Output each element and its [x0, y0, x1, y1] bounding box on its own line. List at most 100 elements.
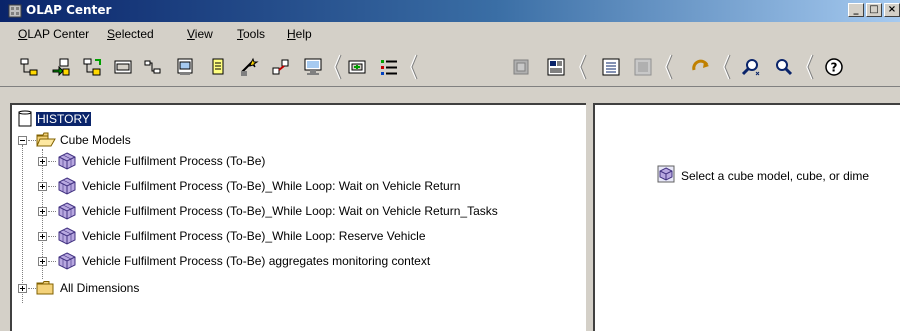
- tree-label-history: HISTORY: [36, 112, 91, 126]
- layout-button[interactable]: [545, 56, 567, 78]
- expand-icon[interactable]: [38, 157, 47, 166]
- menu-selected-rest: elected: [115, 27, 154, 41]
- find-next-icon: [776, 59, 793, 76]
- close-button[interactable]: ×: [884, 3, 900, 17]
- menu-help-mnemonic: H: [287, 27, 296, 41]
- find-next-button[interactable]: [772, 56, 794, 78]
- import-icon: [52, 58, 70, 77]
- tree-label-cube-model: Vehicle Fulfilment Process (To-Be)_While…: [82, 229, 426, 243]
- import-button[interactable]: [50, 56, 72, 78]
- tree-node-cube-model[interactable]: Vehicle Fulfilment Process (To-Be): [36, 151, 581, 171]
- details-hint-text: Select a cube model, cube, or dime: [681, 169, 870, 183]
- tree-guide-line: [48, 186, 56, 187]
- help-icon: ?: [825, 58, 843, 76]
- wizard-button[interactable]: [238, 56, 260, 78]
- svg-text:?: ?: [831, 61, 838, 75]
- tree-node-cube-model[interactable]: Vehicle Fulfilment Process (To-Be)_While…: [36, 201, 581, 221]
- toolbar-separator: [579, 54, 587, 80]
- properties-icon: [177, 58, 193, 75]
- cube-model-icon: [58, 152, 76, 170]
- notes-icon: [212, 58, 224, 75]
- tree-guide-line: [48, 236, 56, 237]
- menu-help[interactable]: Help: [287, 27, 312, 41]
- sql-button[interactable]: [112, 56, 134, 78]
- menu-bar: OLAP Center Selected View Tools Help: [0, 22, 900, 46]
- menu-tools-rest: ools: [243, 27, 266, 41]
- cube-info-icon: [657, 165, 675, 183]
- find-button[interactable]: [740, 56, 762, 78]
- menu-olap-center[interactable]: OLAP Center: [18, 27, 89, 41]
- menu-olap-center-rest: LAP Center: [27, 27, 90, 41]
- tree-node-history[interactable]: HISTORY: [16, 109, 576, 129]
- cube-model-icon: [58, 202, 76, 220]
- cube-model-icon: [58, 177, 76, 195]
- menu-view-rest: iew: [194, 27, 213, 41]
- cube-model-icon: [58, 227, 76, 245]
- wizard-icon: [241, 57, 259, 76]
- layout-icon: [547, 58, 565, 76]
- menu-help-rest: elp: [295, 27, 312, 41]
- details-view-button[interactable]: [600, 56, 622, 78]
- find-icon: [741, 59, 760, 76]
- tree-node-cube-model[interactable]: Vehicle Fulfilment Process (To-Be)_While…: [36, 226, 581, 246]
- properties-button[interactable]: [174, 56, 196, 78]
- list-button[interactable]: [378, 56, 400, 78]
- menu-selected[interactable]: Selected: [107, 27, 154, 41]
- maximize-button[interactable]: □: [866, 3, 882, 17]
- expand-icon[interactable]: [38, 232, 47, 241]
- expand-icon[interactable]: [38, 182, 47, 191]
- maximize-icon: □: [869, 4, 879, 15]
- cube-model-icon: [58, 252, 76, 270]
- help-button[interactable]: ?: [823, 56, 845, 78]
- cube-disabled-icon: [513, 59, 529, 75]
- title-bar[interactable]: OLAP Center _ □ ×: [0, 0, 900, 22]
- sql-icon: [114, 60, 132, 74]
- expand-icon[interactable]: [38, 257, 47, 266]
- menu-tools[interactable]: Tools: [237, 27, 265, 41]
- details-disabled-icon: [634, 58, 652, 76]
- tree-label-cube-model: Vehicle Fulfilment Process (To-Be)_While…: [82, 204, 498, 218]
- details-view-icon: [602, 58, 620, 76]
- monitor-button[interactable]: [302, 56, 324, 78]
- tree-node-all-dimensions[interactable]: All Dimensions: [16, 278, 576, 298]
- connect-icon: [20, 58, 38, 76]
- tree-node-cube-model[interactable]: Vehicle Fulfilment Process (To-Be) aggre…: [36, 251, 581, 271]
- menu-view[interactable]: View: [187, 27, 213, 41]
- collapse-icon[interactable]: [18, 136, 27, 145]
- toolbar-separator: [806, 54, 814, 80]
- tree-guide-line: [48, 211, 56, 212]
- object-flow-button[interactable]: [142, 56, 164, 78]
- toolbar-separator: [334, 54, 342, 80]
- tree-label-all-dimensions: All Dimensions: [60, 281, 140, 295]
- refresh-button[interactable]: [690, 56, 712, 78]
- window-title: OLAP Center: [26, 3, 112, 17]
- tree-node-cube-models[interactable]: Cube Models: [16, 130, 576, 150]
- tree-label-cube-model: Vehicle Fulfilment Process (To-Be): [82, 154, 266, 168]
- close-icon: ×: [887, 4, 897, 15]
- expand-icon[interactable]: [38, 207, 47, 216]
- expand-icon[interactable]: [18, 284, 27, 293]
- refresh-icon: [692, 59, 709, 71]
- toolbar: ?: [0, 46, 900, 87]
- minimize-button[interactable]: _: [848, 3, 864, 17]
- tree-guide-line: [48, 261, 56, 262]
- display-button[interactable]: [346, 56, 368, 78]
- details-pane: Select a cube model, cube, or dime: [593, 103, 900, 331]
- tree-label-cube-model: Vehicle Fulfilment Process (To-Be)_While…: [82, 179, 461, 193]
- export-button[interactable]: [81, 56, 103, 78]
- tree-node-cube-model[interactable]: Vehicle Fulfilment Process (To-Be)_While…: [36, 176, 581, 196]
- details-secondary-button[interactable]: [632, 56, 654, 78]
- object-tree-pane[interactable]: HISTORY Cube Models Vehicle Fulfilment P…: [10, 103, 586, 331]
- toolbar-separator: [723, 54, 731, 80]
- optimize-button[interactable]: [270, 56, 292, 78]
- olap-center-window: OLAP Center _ □ × OLAP Center Selected V…: [0, 0, 900, 331]
- optimize-icon: [272, 59, 289, 75]
- notes-button[interactable]: [207, 56, 229, 78]
- menu-selected-mnemonic: S: [107, 27, 116, 41]
- toolbar-separator: [665, 54, 673, 80]
- open-folder-icon: [36, 132, 56, 147]
- window-controls: _ □ ×: [848, 3, 900, 19]
- connect-button[interactable]: [18, 56, 40, 78]
- menu-olap-center-mnemonic: O: [18, 27, 28, 41]
- cube-button[interactable]: [510, 56, 532, 78]
